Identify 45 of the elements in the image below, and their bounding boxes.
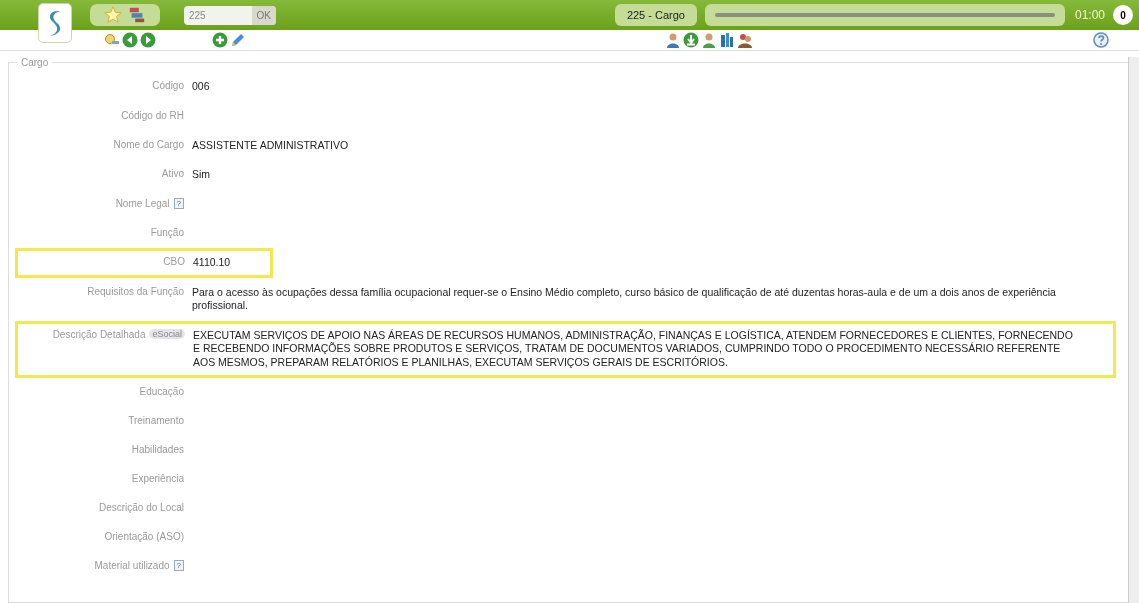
field-label: Código	[152, 80, 184, 91]
scrollbar[interactable]	[1128, 57, 1139, 603]
field-value: 4110.10	[193, 255, 231, 270]
swap-icon[interactable]	[128, 6, 146, 24]
field-value: EXECUTAM SERVIÇOS DE APOIO NAS ÁREAS DE RECURSOS HUMANOS, ADMINISTRAÇÃO, FINANÇAS E LOGÍSTICA, ATENDEM FORNECEDORES E CLIENTES, FORNECENDO E RECEBENDO INFORMAÇÕES SOBRE PRODUTOS E SERVIÇOS, TRATAM DE DOCUMENTOS VARIADOS, CUMPRINDO TODO O PROCEDIMENTO NECESSÁRIO REFERENTE AOS MESMOS, PREPARAM RELATÓRIOS E PLANILHAS, EXECUTAM SERVIÇOS GERAIS DE ESCRITÓRIOS.	[193, 328, 1073, 370]
ok-button[interactable]: OK	[251, 5, 276, 25]
help-badge[interactable]: ?	[173, 559, 184, 571]
field-label: Material utilizado	[94, 559, 170, 571]
download-icon[interactable]	[683, 32, 699, 48]
field-label: Ativo	[161, 168, 184, 180]
field-label: Código do RH	[121, 109, 184, 121]
field-label: Orientação (ASO)	[104, 530, 184, 542]
people-icon[interactable]	[737, 32, 753, 48]
field-label: Requisitos da Função	[87, 285, 184, 297]
field-label: Função	[150, 226, 184, 238]
person-icon[interactable]	[701, 32, 717, 48]
page-badge: 225 - Cargo	[614, 4, 697, 26]
field-label: Treinamento	[128, 414, 184, 426]
field-value: Sim	[192, 168, 211, 182]
esocial-tag: eSocial	[149, 329, 185, 340]
code-field[interactable]: 225 OK	[184, 5, 276, 25]
person-icon[interactable]	[665, 32, 681, 48]
field-label: Experiência	[131, 472, 184, 484]
help-icon[interactable]	[1093, 32, 1109, 48]
field-label: Educação	[139, 385, 184, 397]
pencil-icon[interactable]	[230, 32, 246, 48]
company-selector[interactable]	[704, 4, 1065, 26]
add-icon[interactable]	[212, 32, 228, 48]
field-label: Nome do Cargo	[113, 138, 184, 150]
field-label: CBO	[163, 255, 185, 267]
field-value: Para o acesso às ocupações dessa família ocupacional requer-se o Ensino Médio completo, curso básico de qualificação de até duzentas horas-aula e de um a dois anos de experiência profissional.	[192, 285, 1057, 313]
app-logo[interactable]	[38, 3, 72, 43]
field-label: Descrição Detalhada	[52, 328, 146, 340]
session-timer: 01:00	[1074, 8, 1105, 22]
notification-count[interactable]: 0	[1113, 5, 1133, 25]
star-icon[interactable]	[104, 6, 122, 24]
field-label: Habilidades	[131, 443, 184, 455]
field-label: Nome Legal	[115, 197, 170, 209]
books-icon[interactable]	[719, 32, 735, 48]
field-value: 006	[192, 80, 210, 94]
field-label: Descrição do Local	[98, 501, 184, 513]
field-value: ASSISTENTE ADMINISTRATIVO	[192, 138, 349, 153]
redacted-text-icon	[714, 11, 1055, 19]
help-badge[interactable]: ?	[173, 197, 184, 209]
section-title: Cargo	[20, 57, 50, 68]
